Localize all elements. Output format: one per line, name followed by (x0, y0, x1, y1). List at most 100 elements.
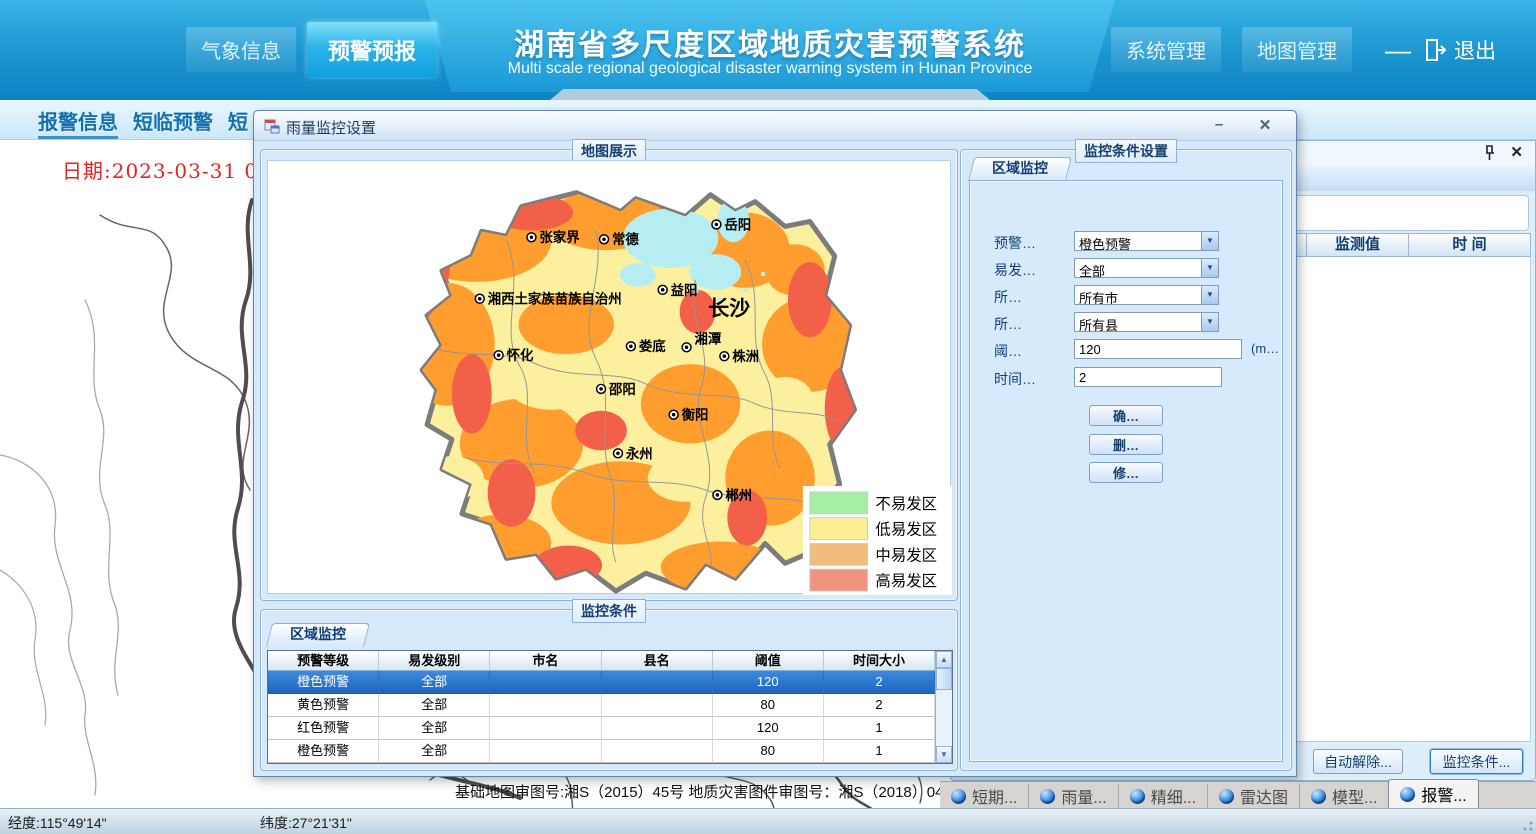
cell: 全部 (379, 717, 490, 740)
exit-button[interactable]: 退出 (1423, 28, 1496, 72)
task-label: 雨量... (1061, 784, 1106, 808)
cell: 黄色预警 (268, 694, 379, 717)
cell: 120 (713, 671, 824, 694)
app-subtitle: Multi scale regional geological disaster… (446, 60, 1094, 78)
globe-icon (1311, 789, 1326, 804)
table-row[interactable]: 橙色预警 全部 120 2 (268, 671, 935, 694)
threshold-input[interactable]: 120 (1074, 339, 1242, 359)
tab-shortterm-warning[interactable]: 短临预警 (133, 106, 213, 135)
legend-label: 低易发区 (875, 521, 937, 539)
table-header-row: 预警等级 易发级别 市名 县名 阈值 时间大小 (268, 651, 935, 671)
county-select[interactable]: 所有县 ▼ (1074, 312, 1219, 332)
threshold-unit-label: (m… (1251, 341, 1279, 356)
dialog-titlebar[interactable]: 雨量监控设置 – ✕ (254, 111, 1296, 141)
col-county-name[interactable]: 县名 (602, 651, 713, 671)
nav-weather-info[interactable]: 气象信息 (186, 27, 296, 72)
cell: 120 (713, 717, 824, 740)
pin-icon[interactable] (1483, 145, 1495, 166)
col-time-size[interactable]: 时间大小 (824, 651, 935, 671)
scroll-up-icon[interactable]: ▲ (936, 651, 952, 668)
table-row[interactable]: 红色预警 全部 120 1 (268, 717, 935, 740)
city-label: 所… (994, 287, 1022, 307)
capital-label: 长沙 (708, 298, 750, 321)
scroll-down-icon[interactable]: ▼ (936, 746, 952, 763)
dock-close-icon[interactable]: ✕ (1510, 143, 1523, 161)
hunan-map-svg: 张家界 常德 岳阳 益阳 湘西土家族苗族自治州 娄底 湘潭 株洲 怀化 邵阳 衡… (268, 161, 952, 595)
col-threshold[interactable]: 阈值 (713, 651, 824, 671)
globe-icon (951, 789, 966, 804)
legend-label: 不易发区 (875, 495, 937, 513)
exit-door-icon (1423, 38, 1447, 62)
monitor-conditions-button[interactable]: 监控条件... (1430, 749, 1523, 774)
table-scrollbar[interactable]: ▲ ▼ (935, 651, 952, 763)
dropdown-arrow-icon[interactable]: ▼ (1201, 286, 1218, 304)
longitude-readout: 经度:115°49'14" (8, 813, 107, 833)
dialog-form-icon (264, 118, 280, 139)
auto-dismiss-button[interactable]: 自动解除... (1313, 749, 1403, 774)
task-label: 雷达图 (1240, 784, 1288, 808)
cell: 橙色预警 (268, 671, 379, 694)
prone-level-select[interactable]: 全部 ▼ (1074, 258, 1219, 278)
cell: 1 (824, 717, 935, 740)
cell (602, 694, 713, 717)
tab-region-monitor-table[interactable]: 区域监控 (269, 623, 367, 647)
dialog-close-icon[interactable]: ✕ (1252, 116, 1278, 136)
table-row[interactable]: 橙色预警 全部 80 1 (268, 740, 935, 763)
delete-button[interactable]: 删… (1089, 434, 1163, 455)
latitude-readout: 纬度:27°21'31" (260, 813, 352, 833)
dropdown-arrow-icon[interactable]: ▼ (1201, 232, 1218, 250)
confirm-button[interactable]: 确… (1089, 405, 1163, 426)
nav-map-management[interactable]: 地图管理 (1242, 27, 1352, 72)
scrollbar-thumb[interactable] (936, 668, 952, 690)
cell: 1 (824, 740, 935, 763)
task-radar[interactable]: 雷达图 (1207, 784, 1299, 808)
tab-region-monitor[interactable]: 区域监控 (971, 157, 1069, 181)
group-condition-settings-label: 监控条件设置 (1075, 139, 1177, 163)
time-size-stepper[interactable]: 2 (1074, 367, 1222, 387)
legend-swatch-medium (810, 543, 868, 565)
dialog-title: 雨量监控设置 (286, 117, 376, 138)
tab-short-truncated[interactable]: 短 (228, 106, 248, 135)
conditions-table: 预警等级 易发级别 市名 县名 阈值 时间大小 橙色预警 全部 120 2 (267, 650, 953, 764)
table-row[interactable]: 黄色预警 全部 80 2 (268, 694, 935, 717)
cell: 80 (713, 740, 824, 763)
county-label: 所… (994, 314, 1022, 334)
dropdown-arrow-icon[interactable]: ▼ (1201, 259, 1218, 277)
city-label: 株洲 (732, 348, 759, 364)
city-label: 怀化 (507, 347, 534, 363)
group-map-display: 地图展示 (260, 149, 958, 601)
task-fine[interactable]: 精细... (1118, 784, 1207, 808)
col-city-name[interactable]: 市名 (490, 651, 601, 671)
tab-alarm-info[interactable]: 报警信息 (38, 106, 118, 139)
nav-system-management[interactable]: 系统管理 (1111, 27, 1221, 72)
dock-column-monitor-value[interactable]: 监测值 (1307, 233, 1409, 257)
dock-column-time[interactable]: 时 间 (1409, 233, 1531, 257)
city-label: 湘西土家族苗族自治州 (488, 291, 622, 307)
warning-level-select[interactable]: 橙色预警 ▼ (1074, 231, 1219, 251)
col-prone-level[interactable]: 易发级别 (379, 651, 490, 671)
cell: 2 (824, 694, 935, 717)
cell (490, 717, 601, 740)
cell: 全部 (379, 694, 490, 717)
bottom-taskbar: 短期... 雨量... 精细... 雷达图 模型... 报警... (940, 781, 1536, 808)
task-model[interactable]: 模型... (1299, 784, 1388, 808)
task-alarm[interactable]: 报警... (1388, 779, 1478, 808)
rain-monitor-settings-dialog: 雨量监控设置 – ✕ 地图展示 (253, 110, 1297, 777)
app-title: 湖南省多尺度区域地质灾害预警系统 (446, 20, 1094, 64)
col-warning-level[interactable]: 预警等级 (268, 651, 379, 671)
dropdown-arrow-icon[interactable]: ▼ (1201, 313, 1218, 331)
hunan-risk-map[interactable]: 张家界 常德 岳阳 益阳 湘西土家族苗族自治州 娄底 湘潭 株洲 怀化 邵阳 衡… (267, 160, 951, 594)
app-header: 湖南省多尺度区域地质灾害预警系统 Multi scale regional ge… (0, 0, 1536, 100)
group-monitor-conditions: 监控条件 区域监控 预警等级 易发级别 市名 县名 阈值 时间大小 橙色预警 (260, 609, 958, 771)
cell: 2 (824, 671, 935, 694)
modify-button[interactable]: 修… (1089, 462, 1163, 483)
cell: 橙色预警 (268, 740, 379, 763)
resize-grip[interactable] (1523, 821, 1533, 831)
task-rainfall[interactable]: 雨量... (1028, 784, 1117, 808)
time-size-label: 时间… (994, 369, 1036, 389)
task-shortterm[interactable]: 短期... (940, 784, 1028, 808)
nav-warning-forecast[interactable]: 预警预报 (307, 22, 437, 77)
window-minimize-button[interactable]: — (1380, 30, 1416, 70)
dialog-minimize-icon[interactable]: – (1206, 116, 1232, 136)
city-select[interactable]: 所有市 ▼ (1074, 285, 1219, 305)
